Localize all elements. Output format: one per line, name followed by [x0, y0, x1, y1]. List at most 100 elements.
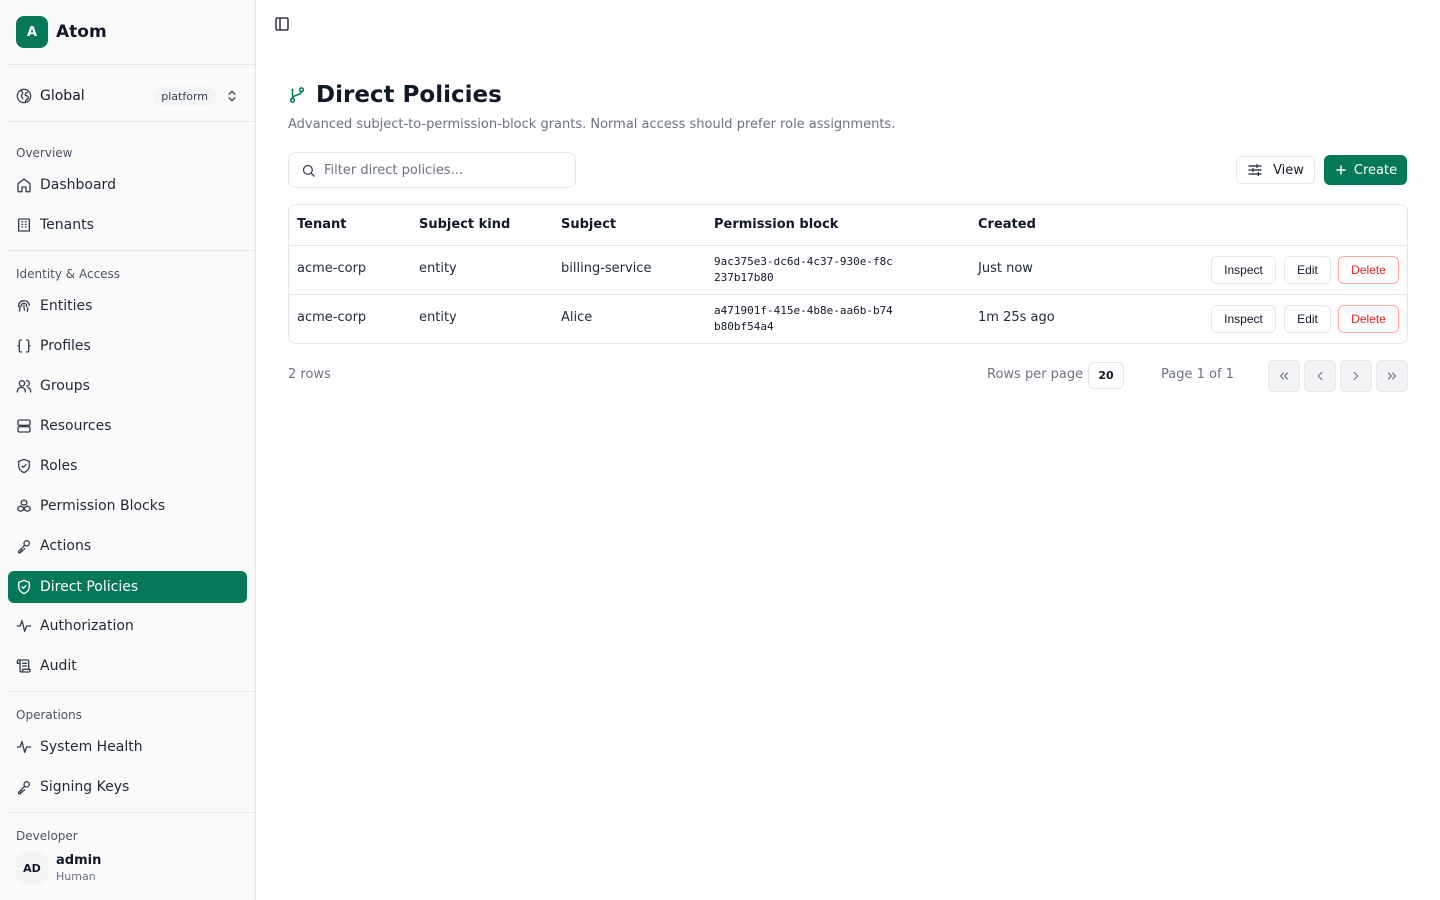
rows-per-page-label: Rows per page: [987, 367, 1084, 382]
sidebar-item-label: Direct Policies: [40, 579, 139, 595]
git-fork-icon: [288, 86, 306, 104]
sidebar-item-entities[interactable]: Entities: [8, 290, 247, 322]
globe-icon: [16, 88, 32, 104]
sliders-icon: [1247, 162, 1263, 178]
sidebar-item-signing-keys[interactable]: Signing Keys: [8, 771, 247, 803]
panel-left-icon: [274, 16, 290, 32]
delete-button[interactable]: Delete: [1338, 256, 1399, 284]
create-button[interactable]: Create: [1324, 155, 1407, 185]
nav-group-operations: Operations: [16, 708, 82, 722]
filter-field[interactable]: [288, 152, 576, 188]
edit-button[interactable]: Edit: [1284, 256, 1331, 284]
sidebar-divider: [8, 812, 255, 813]
key-icon: [16, 538, 32, 554]
fingerprint-icon: [16, 298, 32, 314]
key-icon: [16, 779, 32, 795]
delete-button[interactable]: Delete: [1338, 305, 1399, 333]
cell-tenant: acme-corp: [297, 310, 367, 325]
page-indicator: Page 1 of 1: [1161, 367, 1234, 382]
chevrons-right-icon: [1385, 369, 1399, 383]
building-icon: [16, 217, 32, 233]
sidebar-item-roles[interactable]: Roles: [8, 450, 247, 482]
boxes-icon: [16, 498, 32, 514]
sidebar-item-label: System Health: [40, 739, 143, 755]
users-icon: [16, 378, 32, 394]
avatar: AD: [16, 852, 48, 884]
rows-count: 2 rows: [288, 367, 331, 382]
sidebar-item-label: Profiles: [40, 338, 91, 354]
table-row: acme-corp entity billing-service 9ac375e…: [289, 246, 1407, 295]
user-name: admin: [56, 853, 102, 868]
sidebar-item-system-health[interactable]: System Health: [8, 731, 247, 763]
last-page-button[interactable]: [1376, 360, 1408, 392]
sidebar-item-groups[interactable]: Groups: [8, 370, 247, 402]
chevron-left-icon: [1313, 369, 1327, 383]
user-kind: Human: [56, 870, 96, 883]
sidebar-item-audit[interactable]: Audit: [8, 650, 247, 682]
nav-group-developer: Developer: [16, 829, 78, 843]
page-title: Direct Policies: [316, 82, 502, 108]
sidebar-item-profiles[interactable]: Profiles: [8, 330, 247, 362]
server-icon: [16, 418, 32, 434]
sidebar-toggle-button[interactable]: [272, 14, 292, 34]
column-header-tenant: Tenant: [297, 217, 347, 232]
app-name: Atom: [56, 22, 107, 42]
braces-icon: [16, 338, 32, 354]
home-icon: [16, 177, 32, 193]
table-header: Tenant Subject kind Subject Permission b…: [289, 205, 1407, 246]
previous-page-button[interactable]: [1304, 360, 1336, 392]
table-row: acme-corp entity Alice a471901f-415e-4b8…: [289, 296, 1407, 343]
cell-created: 1m 25s ago: [978, 310, 1055, 325]
sidebar-divider: [8, 691, 255, 692]
chevron-right-icon: [1349, 369, 1363, 383]
user-menu[interactable]: AD admin Human: [8, 844, 248, 892]
nav-group-identity-access: Identity & Access: [16, 267, 121, 281]
first-page-button[interactable]: [1268, 360, 1300, 392]
sidebar-item-label: Entities: [40, 298, 93, 314]
sidebar-item-label: Signing Keys: [40, 779, 130, 795]
activity-icon: [16, 618, 32, 634]
sidebar-item-resources[interactable]: Resources: [8, 410, 247, 442]
sidebar-item-authorization[interactable]: Authorization: [8, 610, 247, 642]
next-page-button[interactable]: [1340, 360, 1372, 392]
column-header-subject-kind: Subject kind: [419, 217, 511, 232]
shield-check-icon: [16, 458, 32, 474]
chevrons-left-icon: [1277, 369, 1291, 383]
page-header: Direct Policies: [288, 82, 502, 108]
scope-switcher[interactable]: Global platform: [8, 80, 248, 112]
scope-badge: platform: [153, 86, 216, 106]
view-options-button[interactable]: View: [1236, 156, 1315, 184]
sidebar-divider: [8, 121, 255, 122]
create-label: Create: [1353, 162, 1398, 178]
sidebar-item-direct-policies[interactable]: Direct Policies: [8, 571, 247, 603]
sidebar-item-label: Authorization: [40, 618, 134, 634]
sidebar-item-permission-blocks[interactable]: Permission Blocks: [8, 490, 247, 522]
sidebar-item-tenants[interactable]: Tenants: [8, 209, 247, 241]
inspect-button[interactable]: Inspect: [1211, 256, 1276, 284]
cell-tenant: acme-corp: [297, 261, 367, 276]
brand[interactable]: A Atom: [16, 16, 107, 48]
plus-icon: [1334, 163, 1348, 177]
sidebar-item-dashboard[interactable]: Dashboard: [8, 169, 247, 201]
column-header-permission-block: Permission block: [714, 217, 839, 232]
view-options-label: View: [1273, 162, 1304, 178]
sidebar-item-label: Roles: [40, 458, 78, 474]
filter-input[interactable]: [324, 162, 564, 178]
sidebar-divider: [8, 250, 255, 251]
rows-per-page-select[interactable]: 20: [1088, 362, 1124, 389]
sidebar-item-actions[interactable]: Actions: [8, 530, 247, 562]
page-description: Advanced subject-to-permission-block gra…: [288, 117, 896, 132]
column-header-created: Created: [978, 217, 1036, 232]
sidebar-item-label: Groups: [40, 378, 90, 394]
sidebar-item-label: Actions: [40, 538, 92, 554]
sidebar: A Atom Global platform Overview Dashboar…: [0, 0, 256, 900]
scope-label: Global: [40, 88, 85, 104]
cell-permission-block: a471901f-415e-4b8e-aa6b-b74b80bf54a4: [714, 304, 893, 333]
chevrons-up-down-icon: [224, 88, 240, 104]
direct-policies-table: Tenant Subject kind Subject Permission b…: [288, 204, 1408, 344]
sidebar-item-label: Permission Blocks: [40, 498, 166, 514]
sidebar-item-label: Audit: [40, 658, 77, 674]
inspect-button[interactable]: Inspect: [1211, 305, 1276, 333]
sidebar-divider: [8, 64, 255, 65]
edit-button[interactable]: Edit: [1284, 305, 1331, 333]
